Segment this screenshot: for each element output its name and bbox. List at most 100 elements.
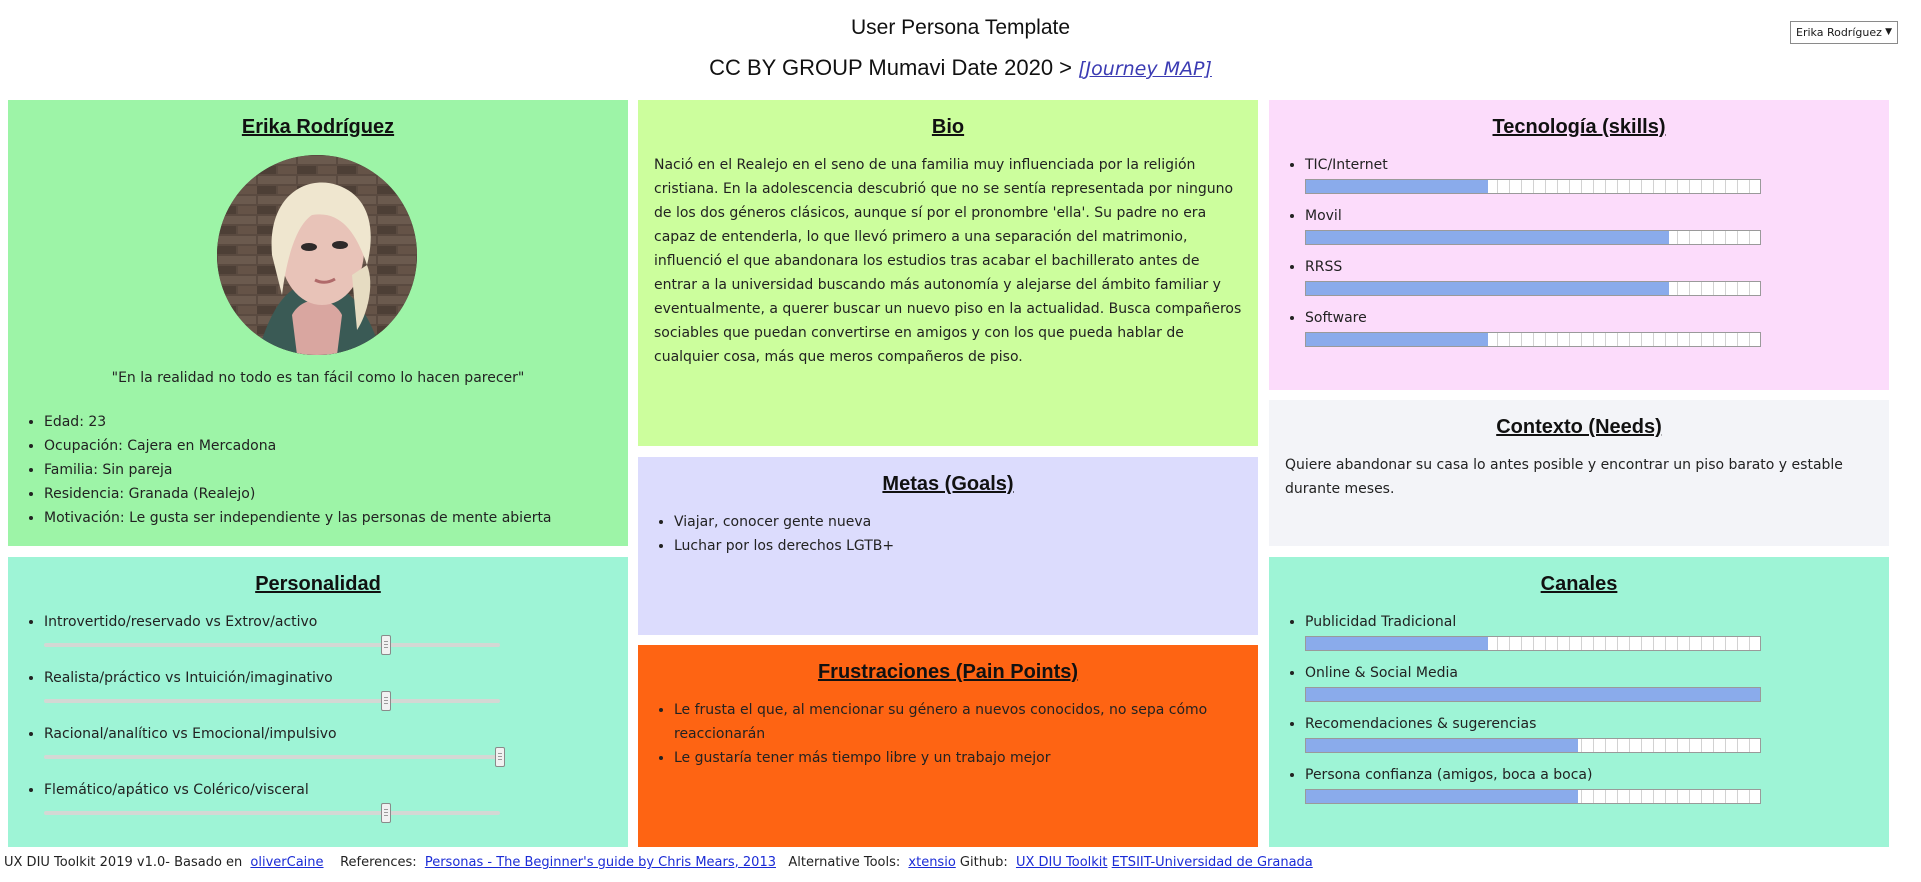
- tech-item: Movil: [1305, 204, 1873, 245]
- channel-bar: [1305, 789, 1761, 804]
- goals-list: Viajar, conocer gente nueva Luchar por l…: [654, 510, 1242, 558]
- fact-motivation: Motivación: Le gusta ser independiente y…: [44, 506, 614, 530]
- channels-panel: Canales Publicidad Tradicional Online & …: [1269, 557, 1889, 847]
- footer-credit: UX DIU Toolkit 2019 v1.0- Basado en: [4, 855, 243, 870]
- channel-label: Online & Social Media: [1305, 665, 1458, 681]
- frustrations-list: Le frusta el que, al mencionar su género…: [654, 698, 1242, 770]
- tech-skill-bar: [1305, 281, 1761, 296]
- tech-title: Tecnología (skills): [1492, 116, 1666, 138]
- personality-slider[interactable]: [44, 802, 500, 824]
- personality-slider[interactable]: [44, 690, 500, 712]
- personality-list: Introvertido/reservado vs Extrov/activo …: [24, 610, 612, 824]
- slider-thumb[interactable]: [495, 747, 505, 767]
- footer-github-label: Github:: [959, 855, 1008, 870]
- channel-label: Publicidad Tradicional: [1305, 614, 1457, 630]
- tech-panel: Tecnología (skills) TIC/Internet Movil R…: [1269, 100, 1889, 390]
- goals-title: Metas (Goals): [882, 473, 1014, 495]
- context-panel: Contexto (Needs) Quiere abandonar su cas…: [1269, 400, 1889, 546]
- channel-bar-fill: [1306, 739, 1579, 752]
- personality-slider[interactable]: [44, 634, 500, 656]
- channel-bar-fill: [1306, 790, 1579, 803]
- frustration-item: Le frusta el que, al mencionar su género…: [674, 698, 1242, 746]
- goal-item: Viajar, conocer gente nueva: [674, 510, 1242, 534]
- tech-item: TIC/Internet: [1305, 153, 1873, 194]
- footer-credit-link[interactable]: oliverCaine: [250, 855, 323, 870]
- tech-list: TIC/Internet Movil RRSS Software: [1285, 153, 1873, 347]
- channel-item: Online & Social Media: [1305, 661, 1873, 702]
- personality-item: Introvertido/reservado vs Extrov/activo: [44, 610, 612, 656]
- channel-item: Publicidad Tradicional: [1305, 610, 1873, 651]
- tech-skill-fill: [1306, 333, 1488, 346]
- tech-item: RRSS: [1305, 255, 1873, 296]
- slider-thumb[interactable]: [381, 691, 391, 711]
- channel-bar-fill: [1306, 637, 1488, 650]
- bio-text: Nació en el Realejo en el seno de una fa…: [654, 157, 1242, 365]
- slider-thumb[interactable]: [381, 803, 391, 823]
- tech-item-label: Software: [1305, 310, 1367, 326]
- personality-label: Flemático/apático vs Colérico/visceral: [44, 782, 309, 798]
- frustration-item: Le gustaría tener más tiempo libre y un …: [674, 746, 1242, 770]
- channel-label: Recomendaciones & sugerencias: [1305, 716, 1537, 732]
- personality-label: Introvertido/reservado vs Extrov/activo: [44, 614, 318, 630]
- avatar: [217, 155, 417, 355]
- context-text: Quiere abandonar su casa lo antes posibl…: [1285, 457, 1843, 497]
- fact-family: Familia: Sin pareja: [44, 458, 614, 482]
- tech-skill-fill: [1306, 231, 1670, 244]
- tech-skill-fill: [1306, 282, 1670, 295]
- footer-university-link[interactable]: ETSIIT-Universidad de Granada: [1112, 855, 1313, 870]
- tech-skill-bar: [1305, 332, 1761, 347]
- footer: UX DIU Toolkit 2019 v1.0- Basado en oliv…: [4, 855, 1313, 870]
- journey-map-link[interactable]: [Journey MAP]: [1078, 58, 1212, 80]
- page-title: User Persona Template: [850, 16, 1071, 39]
- channels-list: Publicidad Tradicional Online & Social M…: [1285, 610, 1873, 804]
- footer-refs-link[interactable]: Personas - The Beginner's guide by Chris…: [425, 855, 776, 870]
- frustrations-title: Frustraciones (Pain Points): [817, 661, 1079, 683]
- slider-track: [44, 699, 500, 703]
- fact-occupation: Ocupación: Cajera en Mercadona: [44, 434, 614, 458]
- persona-select-value: Erika Rodríguez: [1796, 26, 1882, 39]
- channel-item: Recomendaciones & sugerencias: [1305, 712, 1873, 753]
- slider-track: [44, 643, 500, 647]
- bio-title: Bio: [931, 116, 965, 138]
- tech-skill-fill: [1306, 180, 1488, 193]
- slider-thumb[interactable]: [381, 635, 391, 655]
- channel-bar: [1305, 687, 1761, 702]
- channel-bar-fill: [1306, 688, 1760, 701]
- channel-bar: [1305, 738, 1761, 753]
- persona-name: Erika Rodríguez: [241, 116, 395, 138]
- context-title: Contexto (Needs): [1496, 416, 1662, 438]
- tech-item-label: RRSS: [1305, 259, 1343, 275]
- channel-bar: [1305, 636, 1761, 651]
- personality-item: Racional/analítico vs Emocional/impulsiv…: [44, 722, 612, 768]
- personality-item: Flemático/apático vs Colérico/visceral: [44, 778, 612, 824]
- fact-age: Edad: 23: [44, 410, 614, 434]
- goal-item: Luchar por los derechos LGTB+: [674, 534, 1242, 558]
- personality-panel: Personalidad Introvertido/reservado vs E…: [8, 557, 628, 847]
- footer-alt-link[interactable]: xtensio: [908, 855, 955, 870]
- page-subtitle: CC BY GROUP Mumavi Date 2020 > [Journey …: [0, 55, 1921, 81]
- persona-select[interactable]: Erika Rodríguez ▼: [1790, 21, 1898, 44]
- bio-panel: Bio Nació en el Realejo en el seno de un…: [638, 100, 1258, 446]
- dropdown-arrow-icon: ▼: [1885, 27, 1892, 37]
- fact-residence: Residencia: Granada (Realejo): [44, 482, 614, 506]
- personality-label: Realista/práctico vs Intuición/imaginati…: [44, 670, 333, 686]
- slider-track: [44, 755, 500, 759]
- footer-github-link[interactable]: UX DIU Toolkit: [1016, 855, 1108, 870]
- tech-skill-bar: [1305, 230, 1761, 245]
- channel-label: Persona confianza (amigos, boca a boca): [1305, 767, 1593, 783]
- subtitle-text: CC BY GROUP Mumavi Date 2020 >: [709, 55, 1073, 80]
- personality-label: Racional/analítico vs Emocional/impulsiv…: [44, 726, 337, 742]
- tech-item-label: TIC/Internet: [1305, 157, 1388, 173]
- tech-item: Software: [1305, 306, 1873, 347]
- slider-track: [44, 811, 500, 815]
- persona-facts-list: Edad: 23 Ocupación: Cajera en Mercadona …: [24, 410, 614, 530]
- footer-refs-label: References:: [340, 855, 417, 870]
- personality-item: Realista/práctico vs Intuición/imaginati…: [44, 666, 612, 712]
- personality-title: Personalidad: [255, 573, 381, 595]
- frustrations-panel: Frustraciones (Pain Points) Le frusta el…: [638, 645, 1258, 847]
- tech-item-label: Movil: [1305, 208, 1342, 224]
- tech-skill-bar: [1305, 179, 1761, 194]
- personality-slider[interactable]: [44, 746, 505, 768]
- profile-panel: Erika Rodríguez "En la realidad no todo …: [8, 100, 628, 546]
- channels-title: Canales: [1540, 573, 1618, 595]
